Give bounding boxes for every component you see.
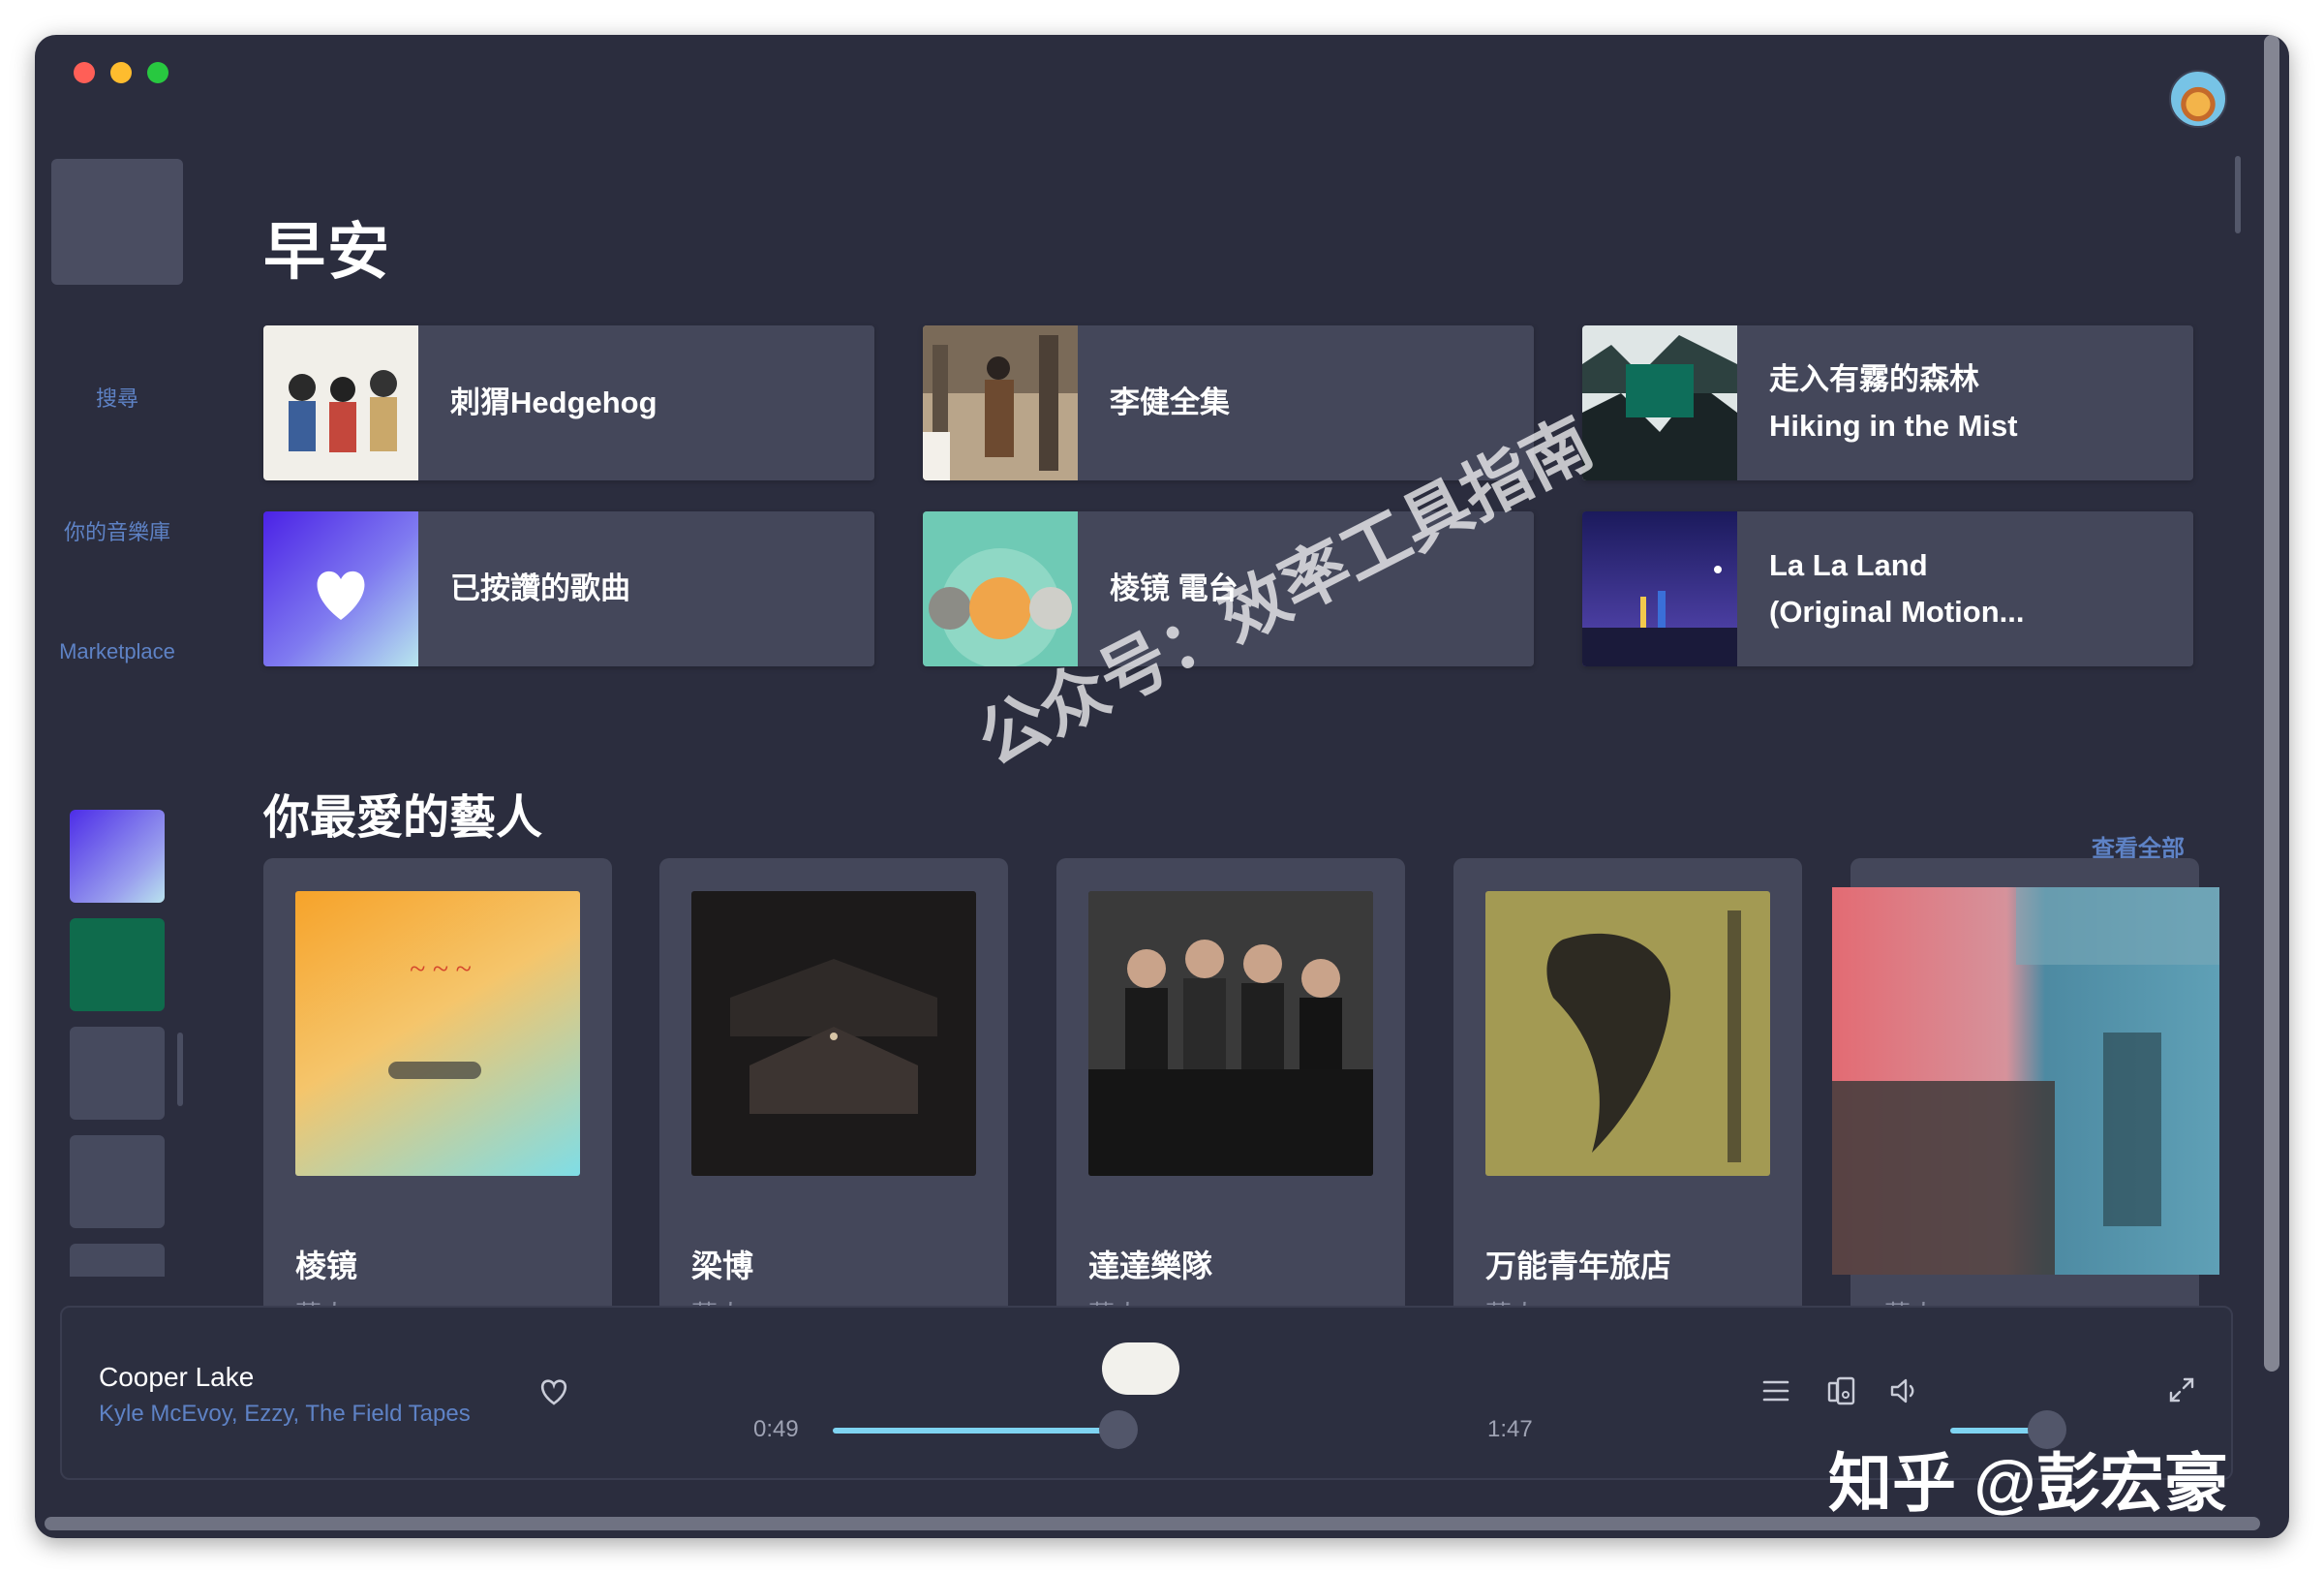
- quick-item-title: La La Land (Original Motion...: [1769, 548, 2025, 629]
- quick-item-liked-songs[interactable]: 已按讚的歌曲: [263, 511, 874, 666]
- sidebar-playlist-item[interactable]: [70, 1244, 165, 1277]
- track-title[interactable]: Cooper Lake: [99, 1362, 254, 1393]
- album-art: [1582, 325, 1737, 480]
- artist-name: 梁博: [691, 1249, 754, 1283]
- artist-card-dada[interactable]: 達達樂隊 藝人: [1056, 858, 1405, 1362]
- now-playing-cover[interactable]: [1832, 887, 2219, 1275]
- quick-item-title: 刺猬Hedgehog: [450, 386, 657, 419]
- heart-icon: [317, 571, 365, 620]
- section-title-artists: 你最愛的藝人: [263, 792, 543, 844]
- sidebar-playlist-green[interactable]: [70, 918, 165, 1011]
- queue-list-icon[interactable]: [1758, 1373, 1793, 1408]
- artist-image: [1485, 891, 1770, 1176]
- minimize-window-button[interactable]: [110, 62, 132, 83]
- sidebar-playlist-item[interactable]: [70, 1135, 165, 1228]
- elapsed-time: 0:49: [753, 1416, 799, 1442]
- devices-icon[interactable]: [1824, 1373, 1859, 1408]
- quick-item-title: 已按讚的歌曲: [450, 571, 630, 605]
- quick-item-hedgehog[interactable]: 刺猬Hedgehog: [263, 325, 874, 480]
- zhihu-watermark: 知乎 @彭宏豪: [1828, 1447, 2228, 1519]
- volume-icon[interactable]: [1886, 1373, 1921, 1408]
- artist-name: 達達樂隊: [1088, 1249, 1213, 1283]
- content-scrollbar[interactable]: [2235, 156, 2241, 233]
- like-heart-icon[interactable]: [535, 1372, 573, 1410]
- artist-card-liangbo[interactable]: 梁博 藝人: [659, 858, 1008, 1362]
- sidebar-item-library[interactable]: 你的音樂庫: [35, 515, 199, 546]
- track-artists[interactable]: Kyle McEvoy, Ezzy, The Field Tapes: [99, 1401, 471, 1428]
- album-art: [923, 325, 1078, 480]
- artist-name: 万能青年旅店: [1485, 1249, 1672, 1283]
- sidebar-item-search[interactable]: 搜尋: [35, 382, 199, 413]
- progress-knob[interactable]: [1099, 1410, 1138, 1449]
- artist-image: ~ ~ ~: [295, 891, 580, 1176]
- album-art: [263, 511, 418, 666]
- expand-icon[interactable]: [2165, 1373, 2198, 1406]
- quick-item-la-la-land[interactable]: La La Land (Original Motion...: [1582, 511, 2193, 666]
- artist-card-lengjing[interactable]: ~ ~ ~ 棱镜 藝人: [263, 858, 612, 1362]
- window-scrollbar[interactable]: [2264, 35, 2279, 1372]
- svg-text:~ ~ ~: ~ ~ ~: [410, 953, 472, 985]
- zoom-window-button[interactable]: [147, 62, 168, 83]
- album-art: [923, 511, 1078, 666]
- quick-item-title: 走入有霧的森林 Hiking in the Mist: [1769, 362, 2018, 443]
- artist-card-omnipotent-youth-society[interactable]: 万能青年旅店 藝人: [1453, 858, 1802, 1362]
- sidebar-scrollbar[interactable]: [177, 1033, 183, 1106]
- album-art: [1582, 511, 1737, 666]
- artist-image: [691, 891, 976, 1176]
- user-avatar[interactable]: [2169, 70, 2227, 128]
- page-title: 早安: [263, 217, 391, 287]
- artist-image: [1088, 891, 1373, 1176]
- total-duration: 1:47: [1487, 1416, 1533, 1442]
- close-window-button[interactable]: [74, 62, 95, 83]
- album-art: [263, 325, 418, 480]
- progress-bar[interactable]: [833, 1428, 1114, 1434]
- app-window: 搜尋 你的音樂庫 Marketplace 早安 刺猬Hedgehog 李健全集 …: [35, 35, 2289, 1538]
- play-pause-button[interactable]: [1102, 1342, 1179, 1395]
- app-logo-placeholder: [51, 159, 183, 285]
- sidebar-playlist-item[interactable]: [70, 1027, 165, 1120]
- sidebar-item-marketplace[interactable]: Marketplace: [35, 639, 199, 664]
- sidebar-playlist-liked[interactable]: [70, 810, 165, 903]
- artist-name: 棱镜: [295, 1249, 358, 1283]
- quick-item-hiking-mist[interactable]: 走入有霧的森林 Hiking in the Mist: [1582, 325, 2193, 480]
